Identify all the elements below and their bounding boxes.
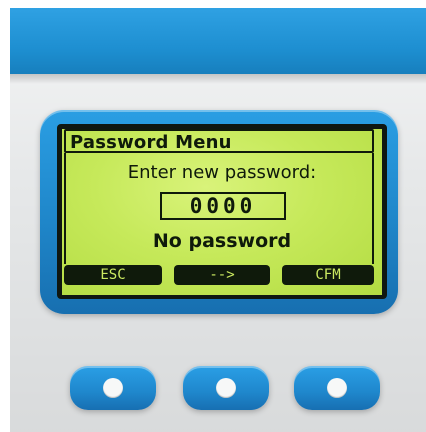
hardware-button-left[interactable] — [70, 366, 156, 410]
device-top-band — [10, 8, 426, 84]
lcd-screen: Password Menu Enter new password: 0000 N… — [62, 129, 382, 295]
menu-title: Password Menu — [70, 132, 232, 153]
softkey-bar: ESC --> CFM — [64, 265, 374, 285]
password-status: No password — [152, 230, 292, 252]
button-dot-icon — [327, 378, 347, 398]
softkey-next[interactable]: --> — [174, 265, 270, 285]
softkey-confirm[interactable]: CFM — [282, 265, 374, 285]
password-field[interactable]: 0000 — [160, 192, 286, 220]
button-dot-icon — [103, 378, 123, 398]
button-dot-icon — [216, 378, 236, 398]
softkey-esc[interactable]: ESC — [64, 265, 162, 285]
hardware-button-right[interactable] — [294, 366, 380, 410]
hardware-button-middle[interactable] — [183, 366, 269, 410]
password-prompt: Enter new password: — [127, 162, 317, 183]
menu-title-bar: Password Menu — [64, 129, 374, 153]
